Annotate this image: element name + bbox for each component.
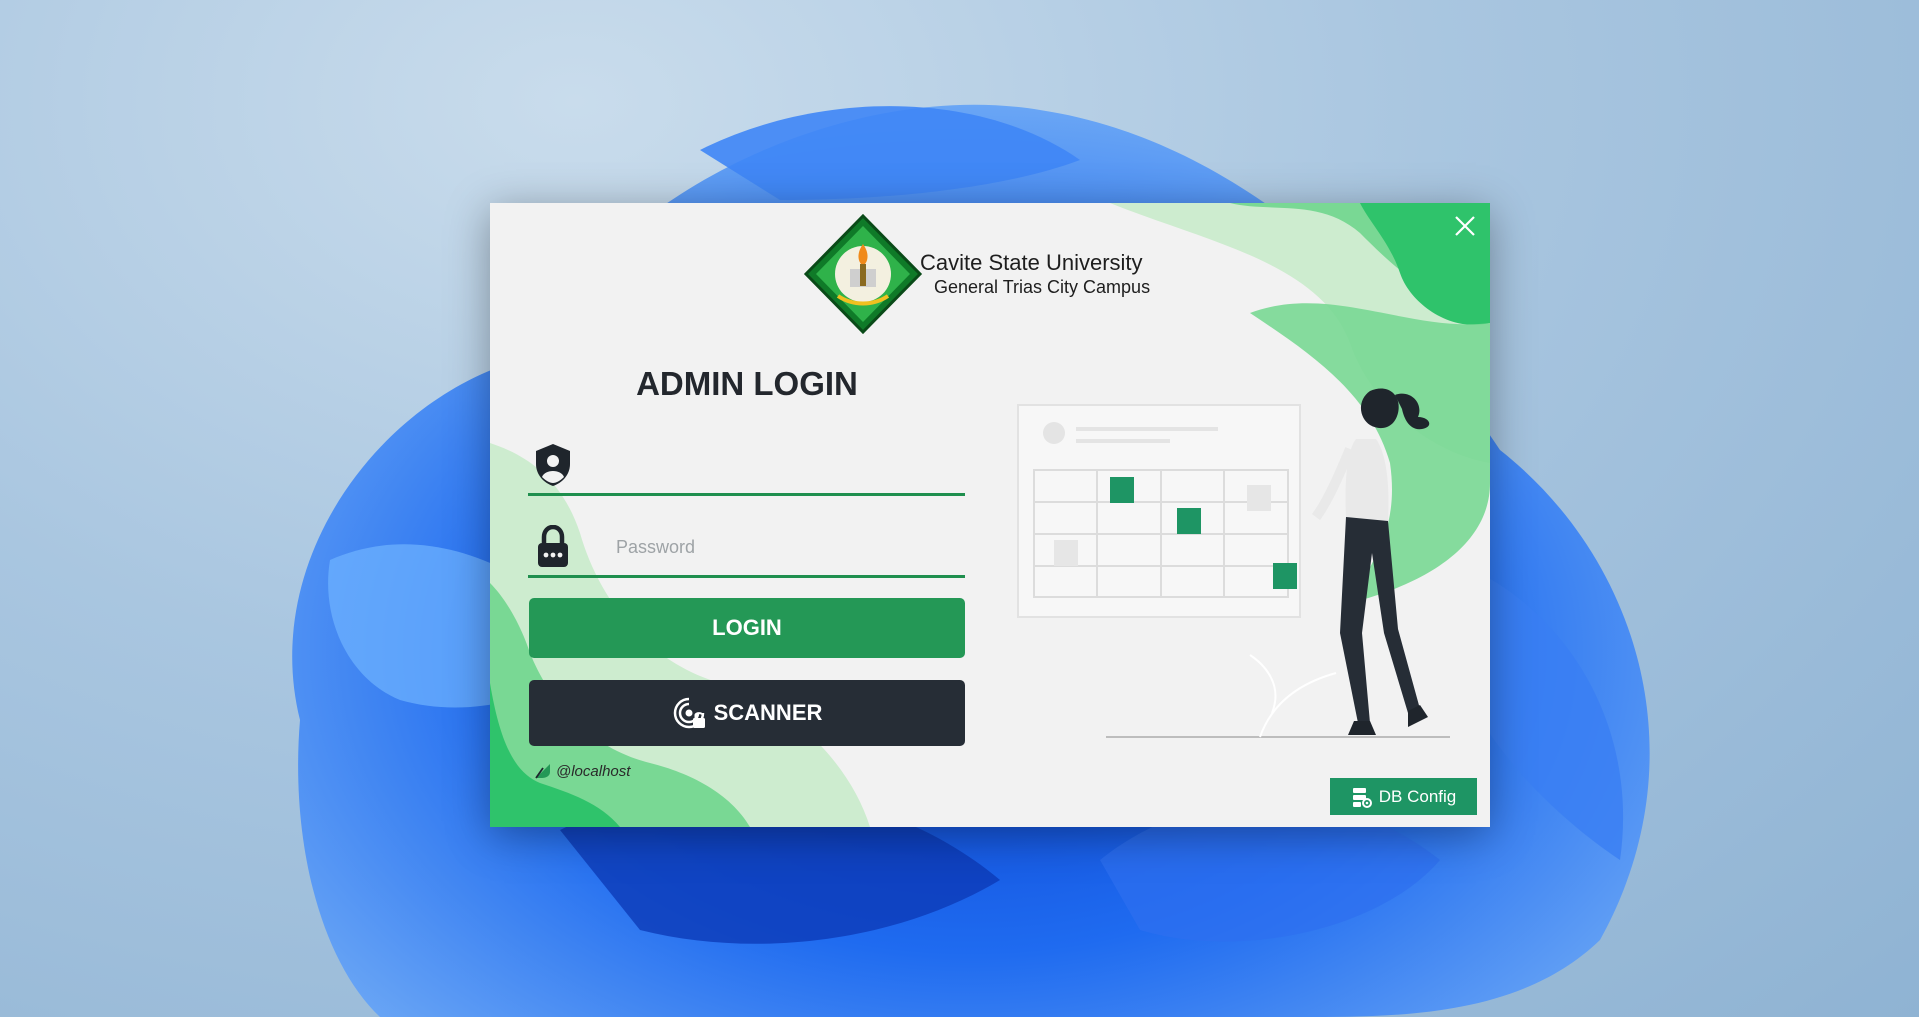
university-name-block: Cavite State University General Trias Ci…	[920, 250, 1150, 298]
database-settings-icon	[1352, 787, 1372, 808]
username-field-row	[528, 437, 965, 496]
user-shield-icon	[528, 440, 578, 490]
close-button[interactable]	[1450, 211, 1480, 241]
server-status-text: @localhost	[556, 762, 631, 780]
scanner-icon	[673, 697, 705, 729]
scanner-button-label: SCANNER	[713, 700, 823, 725]
password-input[interactable]	[614, 526, 948, 568]
page-title: ADMIN LOGIN	[636, 365, 858, 402]
university-name: Cavite State University	[920, 250, 1143, 275]
server-status: @localhost	[534, 762, 630, 780]
db-config-button[interactable]: DB Config	[1330, 778, 1477, 815]
close-icon	[1455, 216, 1475, 236]
lock-icon	[528, 522, 578, 572]
login-window: Cavite State University General Trias Ci…	[490, 203, 1490, 827]
db-config-label: DB Config	[1378, 786, 1457, 806]
login-button[interactable]: LOGIN	[529, 598, 965, 658]
campus-name: General Trias City Campus	[934, 277, 1151, 297]
calendar-illustration	[1017, 388, 1450, 738]
server-status-icon	[535, 764, 550, 779]
scanner-button[interactable]: SCANNER	[529, 680, 965, 746]
university-header: Cavite State University General Trias Ci…	[798, 214, 1218, 334]
password-field-row	[528, 519, 965, 578]
university-logo	[803, 214, 923, 334]
username-input[interactable]	[614, 444, 948, 486]
